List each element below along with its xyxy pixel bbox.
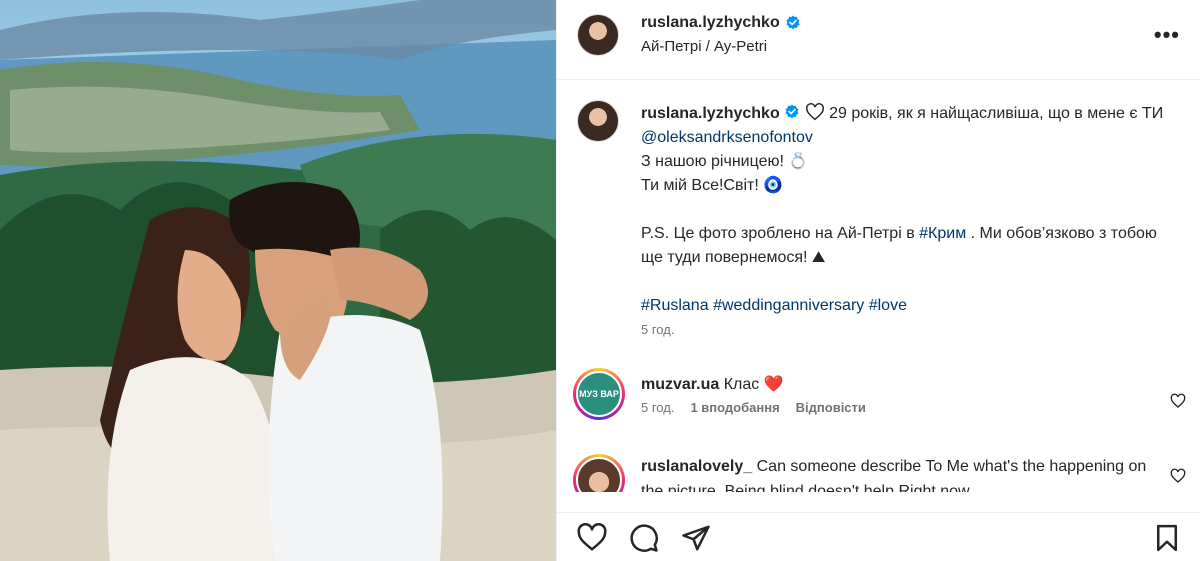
author-username[interactable]: ruslana.lyzhychko — [641, 14, 780, 32]
caption-avatar[interactable] — [577, 100, 619, 142]
caption-timestamp[interactable]: 5 год. — [641, 322, 674, 337]
caption-hashtags: #Ruslana #weddinganniversary #love — [641, 294, 1181, 318]
reply-button[interactable]: Відповісти — [796, 400, 866, 415]
post-header: ruslana.lyzhychko Ай-Петрі / Ay-Petri ••… — [557, 0, 1200, 80]
post-caption: ruslana.lyzhychko 29 років, як я найщасл… — [641, 102, 1181, 318]
caption-username[interactable]: ruslana.lyzhychko — [641, 105, 780, 122]
comment-likes[interactable]: 1 вподобання — [690, 400, 779, 415]
verified-icon — [785, 104, 799, 119]
comment-text-row: muzvar.ua Клас ❤️ — [641, 372, 1151, 397]
photo-illustration — [0, 0, 556, 561]
comment-avatar[interactable] — [573, 454, 625, 492]
hashtag[interactable]: #love — [869, 297, 907, 314]
hashtag-crimea[interactable]: #Крим — [919, 225, 966, 242]
avatar-photo — [576, 457, 622, 492]
caption-text: 29 років, як я найщасливіша, що в мене є… — [824, 105, 1168, 122]
action-bar — [557, 512, 1200, 561]
bookmark-icon[interactable] — [1152, 523, 1182, 553]
caption-line-3: Ти мій Все!Світ! 🧿 — [641, 177, 784, 194]
heart-icon[interactable] — [1170, 393, 1186, 409]
hashtag[interactable]: #Ruslana — [641, 297, 709, 314]
more-icon[interactable]: ••• — [1154, 24, 1180, 46]
caption-spacer — [641, 198, 1181, 222]
like-heart-icon[interactable] — [577, 523, 607, 553]
caption-ps-text: P.S. Це фото зроблено на Ай-Петрі в — [641, 225, 920, 242]
comment-text-row: ruslanalovely_ Can someone describe To M… — [641, 454, 1151, 492]
comment-text: Клас ❤️ — [723, 376, 784, 393]
post-photo[interactable] — [0, 0, 556, 561]
post-location[interactable]: Ай-Петрі / Ay-Petri — [641, 38, 767, 55]
comment-avatar[interactable]: МУЗ ВАР — [573, 368, 625, 420]
comment-timestamp[interactable]: 5 год. — [641, 400, 674, 415]
post-panel: ruslana.lyzhychko Ай-Петрі / Ay-Petri ••… — [556, 0, 1200, 561]
author-avatar[interactable] — [577, 14, 619, 56]
heart-icon[interactable] — [1170, 468, 1186, 484]
comment-username[interactable]: muzvar.ua — [641, 376, 719, 393]
share-icon[interactable] — [681, 523, 711, 553]
comment-meta: 5 год. 1 вподобання Відповісти — [641, 400, 866, 415]
hashtag[interactable]: #weddinganniversary — [713, 297, 864, 314]
caption-line-2: З нашою річницею! 💍 — [641, 153, 809, 170]
caption-line-1: ruslana.lyzhychko 29 років, як я найщасл… — [641, 102, 1181, 150]
caption-mention[interactable]: @oleksandrksenofontov — [641, 129, 813, 146]
post-body: ruslana.lyzhychko 29 років, як я найщасл… — [557, 80, 1200, 492]
author-name-row: ruslana.lyzhychko — [641, 14, 801, 32]
comment-icon[interactable] — [629, 523, 659, 553]
caption-spacer — [641, 270, 1181, 294]
verified-icon — [786, 15, 800, 30]
caption-ps: P.S. Це фото зроблено на Ай-Петрі в #Кри… — [641, 222, 1181, 270]
heart-emoji-icon — [805, 103, 824, 121]
comment-username[interactable]: ruslanalovely_ — [641, 458, 752, 475]
muzvar-logo: МУЗ ВАР — [576, 371, 622, 417]
